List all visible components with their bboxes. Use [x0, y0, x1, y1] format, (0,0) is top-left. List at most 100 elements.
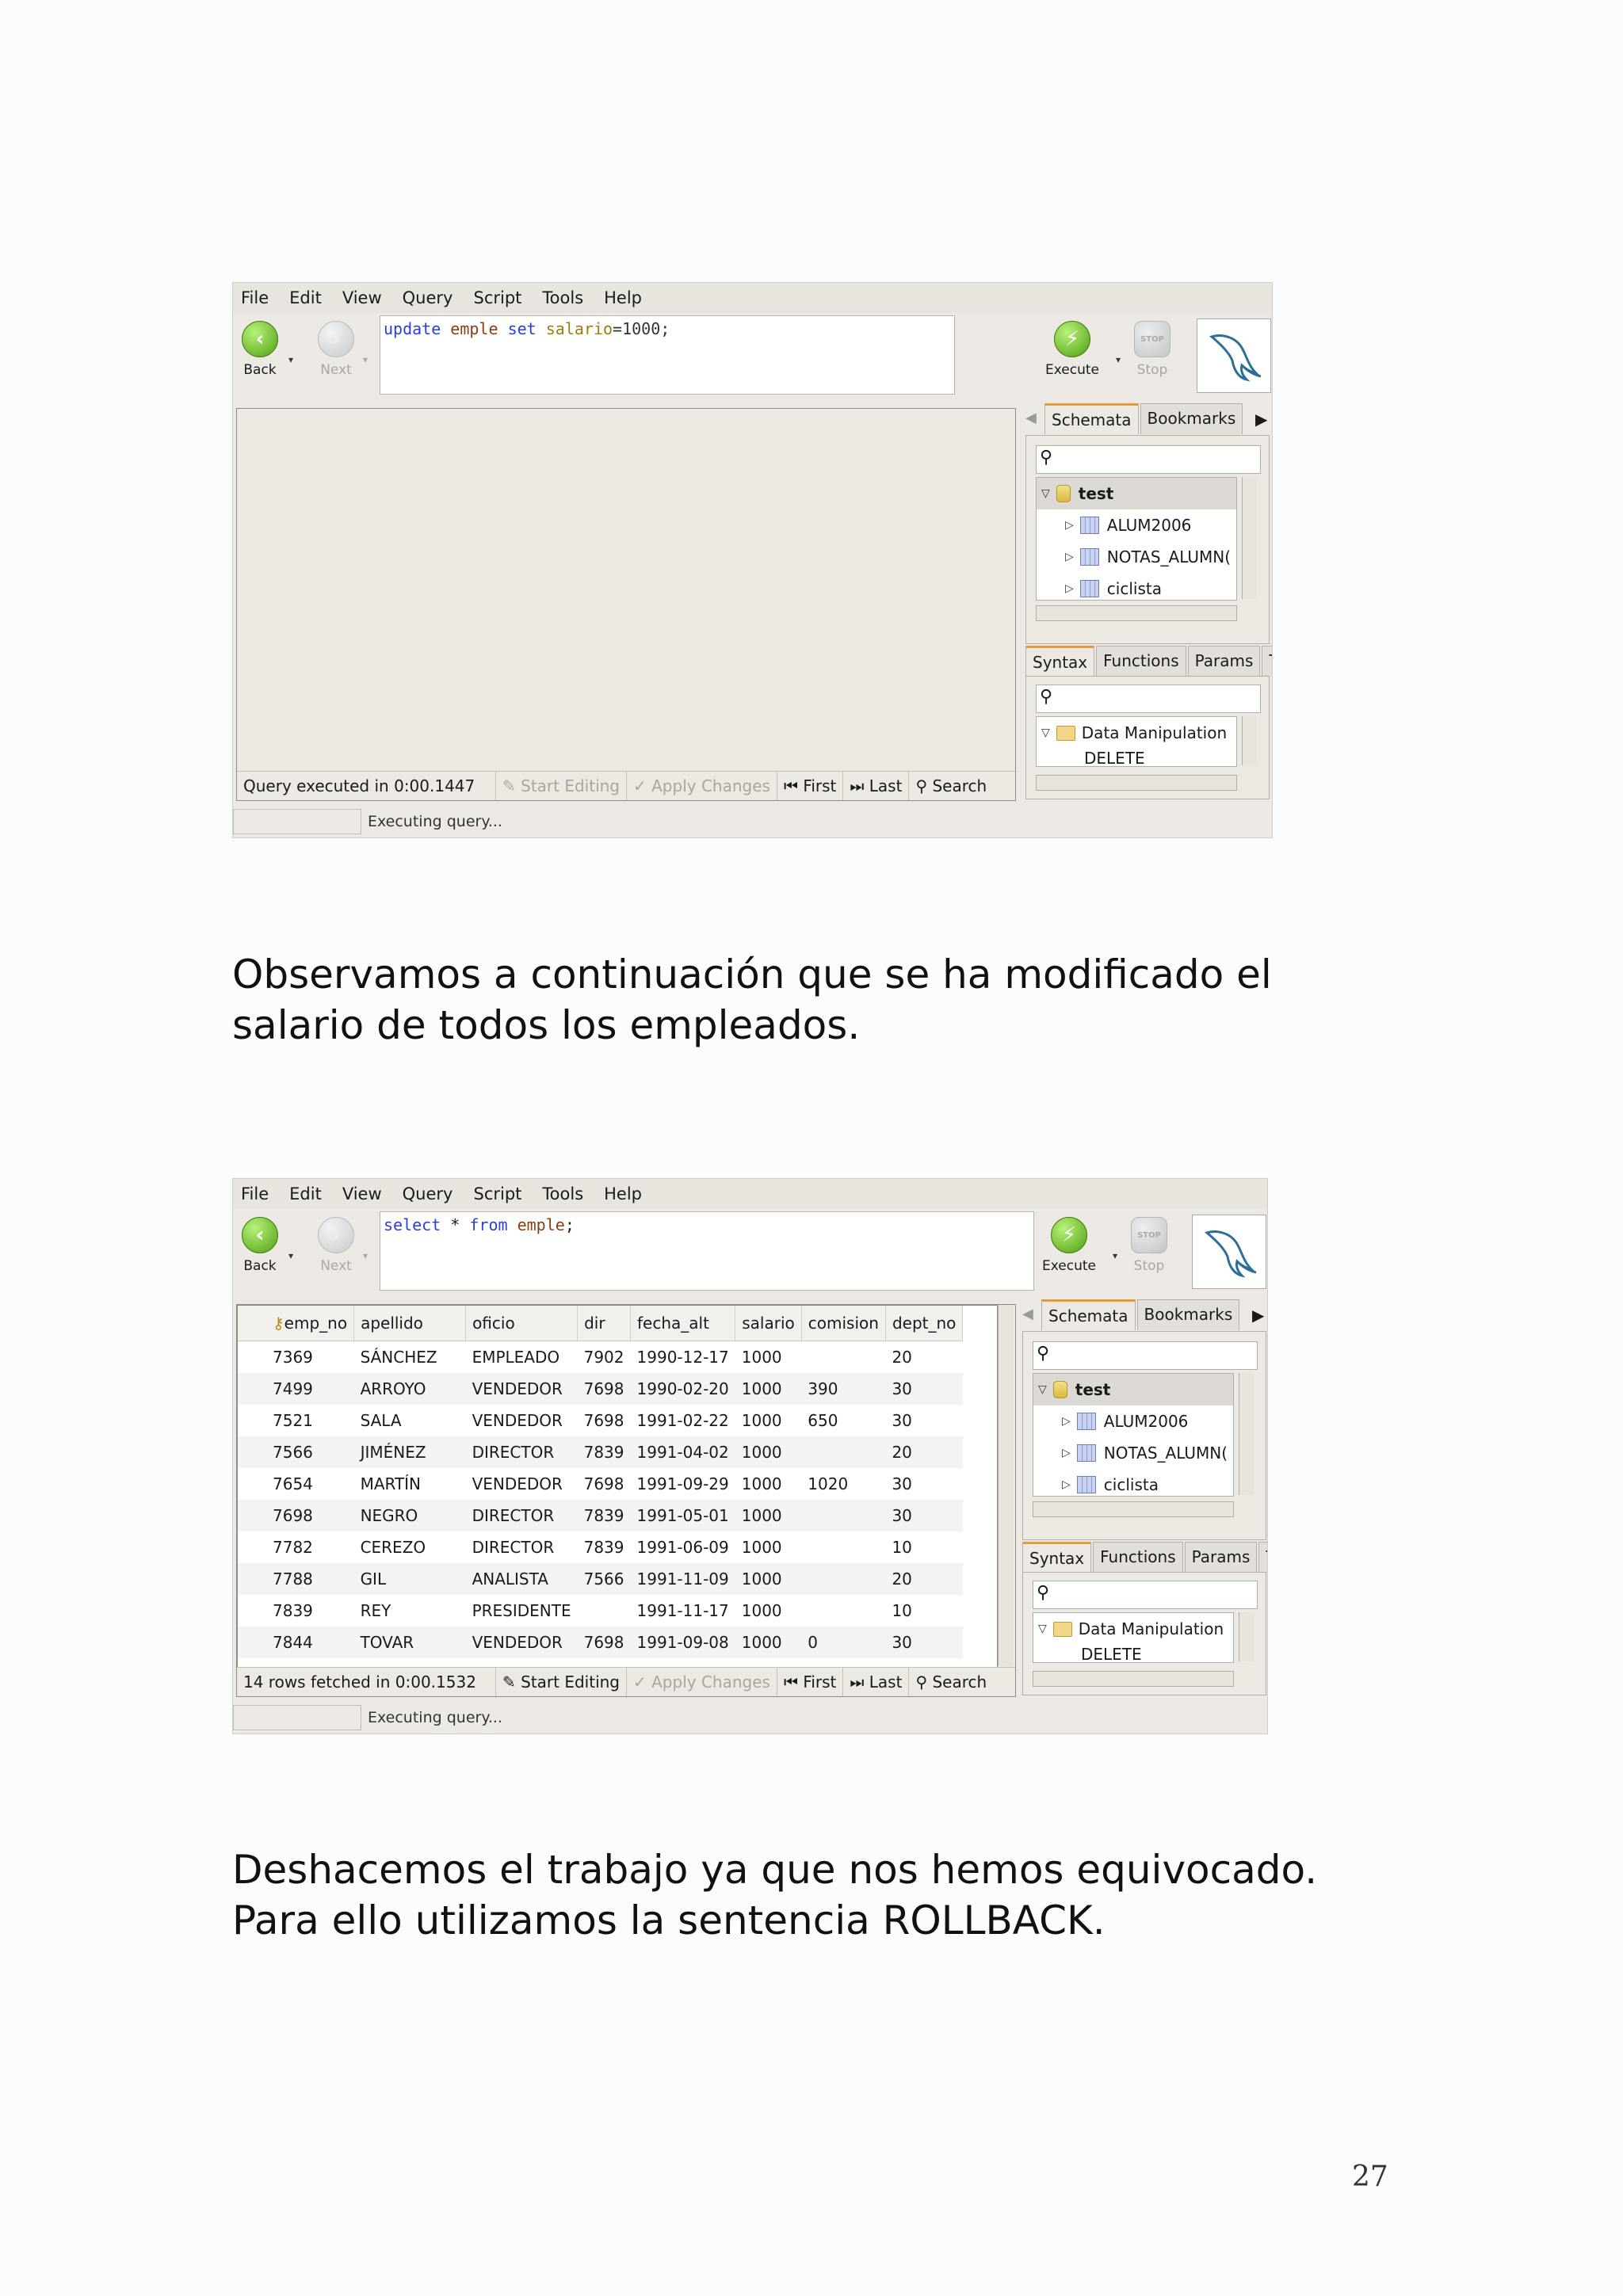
sidebar-right-arrow-icon[interactable]: ▶: [1252, 1306, 1264, 1325]
cell-apellido[interactable]: CEREZO: [354, 1531, 466, 1563]
cell-dir[interactable]: [578, 1595, 631, 1627]
cell-salario[interactable]: 1000: [735, 1500, 802, 1531]
table-row[interactable]: 7369 SÁNCHEZ EMPLEADO 7902 1990-12-17 1000 20: [238, 1341, 963, 1374]
cell-fecha-alt[interactable]: 1990-02-20: [630, 1373, 735, 1405]
table-row[interactable]: 7844 TOVAR VENDEDOR 7698 1991-09-08 1000 0 30: [238, 1627, 963, 1658]
column-header-fecha-alt[interactable]: fecha_alt: [630, 1306, 736, 1341]
next-dropdown-icon[interactable]: ▾: [363, 1250, 368, 1261]
next-button[interactable]: › Next: [312, 1217, 360, 1274]
syntax-hscroll[interactable]: [1033, 1671, 1234, 1687]
cell-oficio[interactable]: ANALISTA: [465, 1563, 578, 1595]
back-button[interactable]: ‹ Back: [236, 1217, 284, 1274]
cell-apellido[interactable]: SALA: [354, 1405, 466, 1436]
cell-apellido[interactable]: MARTÍN: [354, 1468, 466, 1500]
cell-fecha-alt[interactable]: 1991-05-01: [630, 1500, 735, 1531]
stop-button[interactable]: STOP Stop: [1128, 321, 1176, 378]
menu-script[interactable]: Script: [473, 288, 521, 307]
column-header-dept-no[interactable]: dept_no: [885, 1306, 964, 1341]
cell-oficio[interactable]: DIRECTOR: [465, 1500, 578, 1531]
cell-dept-no[interactable]: 10: [885, 1595, 962, 1627]
column-header-emp-no[interactable]: ⚷emp_no: [238, 1306, 355, 1341]
syntax-vscroll[interactable]: [1239, 1612, 1254, 1661]
column-header-apellido[interactable]: apellido: [353, 1306, 467, 1341]
menu-view[interactable]: View: [342, 288, 382, 307]
cell-emp-no[interactable]: 7369: [238, 1341, 354, 1374]
syntax-tree[interactable]: ▽ Data Manipulation DELETE: [1036, 716, 1237, 767]
tree-table-notas[interactable]: ▷ NOTAS_ALUMN(: [1037, 541, 1236, 573]
sql-editor[interactable]: select * from emple;: [380, 1211, 1034, 1291]
cell-dir[interactable]: 7698: [578, 1468, 631, 1500]
tree-delete[interactable]: DELETE: [1033, 1645, 1233, 1662]
cell-dept-no[interactable]: 30: [885, 1373, 963, 1405]
cell-emp-no[interactable]: 7566: [238, 1436, 354, 1468]
cell-emp-no[interactable]: 7782: [238, 1531, 354, 1563]
tree-table-alum2006[interactable]: ▷ ALUM2006: [1037, 509, 1236, 541]
menu-tools[interactable]: Tools: [542, 1184, 583, 1203]
cell-comision[interactable]: [801, 1531, 885, 1563]
syntax-tree[interactable]: ▽ Data Manipulation DELETE: [1033, 1612, 1234, 1663]
cell-salario[interactable]: 1000: [735, 1595, 802, 1627]
tab-bookmarks[interactable]: Bookmarks: [1136, 1299, 1240, 1330]
cell-oficio[interactable]: VENDEDOR: [466, 1405, 578, 1436]
table-row[interactable]: 7499 ARROYO VENDEDOR 7698 1990-02-20 1000 390 3…: [238, 1373, 963, 1405]
cell-emp-no[interactable]: 7499: [238, 1373, 354, 1405]
cell-fecha-alt[interactable]: 1991-09-08: [630, 1627, 735, 1658]
tree-db-test[interactable]: ▽ test: [1033, 1374, 1233, 1405]
execute-button[interactable]: ⚡ Execute: [1041, 1217, 1098, 1274]
tree-table-ciclista[interactable]: ▷ ciclista: [1033, 1469, 1233, 1496]
cell-apellido[interactable]: JIMÉNEZ: [353, 1436, 466, 1468]
last-button[interactable]: ⏭ Last: [843, 1668, 910, 1696]
cell-emp-no[interactable]: 7839: [238, 1595, 354, 1627]
schemata-search-input[interactable]: ⚲: [1036, 445, 1261, 474]
tree-table-ciclista[interactable]: ▷ ciclista: [1037, 573, 1236, 600]
cell-salario[interactable]: 1000: [735, 1531, 802, 1563]
menu-query[interactable]: Query: [403, 288, 453, 307]
tree-delete[interactable]: DELETE: [1037, 749, 1236, 766]
schemata-search-input[interactable]: ⚲: [1033, 1341, 1258, 1370]
next-button[interactable]: › Next: [312, 321, 360, 378]
search-button[interactable]: ⚲ Search: [909, 1668, 993, 1696]
cell-oficio[interactable]: EMPLEADO: [466, 1341, 578, 1374]
cell-dept-no[interactable]: 20: [885, 1341, 962, 1374]
sidebar-left-arrow-icon[interactable]: ◀: [1025, 410, 1037, 426]
first-button[interactable]: ⏮ First: [777, 772, 844, 800]
cell-fecha-alt[interactable]: 1991-04-02: [630, 1436, 735, 1468]
column-header-dir[interactable]: dir: [577, 1306, 632, 1341]
column-header-oficio[interactable]: oficio: [465, 1306, 579, 1341]
cell-emp-no[interactable]: 7788: [238, 1563, 354, 1595]
stop-button[interactable]: STOP Stop: [1125, 1217, 1173, 1274]
column-header-comision[interactable]: comision: [801, 1306, 886, 1341]
cell-comision[interactable]: [801, 1595, 885, 1627]
back-dropdown-icon[interactable]: ▾: [288, 354, 293, 365]
schema-vscroll[interactable]: [1239, 1373, 1254, 1495]
tab-params[interactable]: Params: [1187, 646, 1261, 677]
cell-emp-no[interactable]: 7654: [238, 1468, 354, 1500]
cell-comision[interactable]: [801, 1500, 886, 1531]
first-button[interactable]: ⏮ First: [777, 1668, 844, 1696]
tab-syntax[interactable]: Syntax: [1025, 646, 1095, 677]
table-row[interactable]: 7782 CEREZO DIRECTOR 7839 1991-06-09 1000 10: [238, 1531, 963, 1563]
search-button[interactable]: ⚲ Search: [909, 772, 993, 800]
schema-hscroll[interactable]: [1036, 605, 1237, 621]
cell-oficio[interactable]: VENDEDOR: [465, 1373, 578, 1405]
syntax-vscroll[interactable]: [1242, 716, 1257, 765]
cell-dept-no[interactable]: 30: [885, 1405, 962, 1436]
cell-dir[interactable]: 7698: [578, 1405, 631, 1436]
cell-apellido[interactable]: NEGRO: [353, 1500, 466, 1531]
cell-apellido[interactable]: REY: [354, 1595, 466, 1627]
table-row[interactable]: 7698 NEGRO DIRECTOR 7839 1991-05-01 1000 30: [238, 1500, 963, 1531]
cell-fecha-alt[interactable]: 1991-02-22: [631, 1405, 735, 1436]
schema-vscroll[interactable]: [1242, 477, 1257, 599]
apply-changes-button[interactable]: ✓ Apply Changes: [627, 772, 777, 800]
cell-dept-no[interactable]: 20: [885, 1563, 963, 1595]
cell-dir[interactable]: 7698: [577, 1627, 631, 1658]
tab-syntax[interactable]: Syntax: [1022, 1542, 1092, 1573]
back-dropdown-icon[interactable]: ▾: [288, 1250, 293, 1261]
execute-dropdown-icon[interactable]: ▾: [1116, 354, 1121, 365]
cell-comision[interactable]: [801, 1563, 886, 1595]
back-button[interactable]: ‹ Back: [236, 321, 284, 378]
tab-functions[interactable]: Functions: [1096, 646, 1186, 677]
schema-tree[interactable]: ▽ test ▷ ALUM2006 ▷ NOTAS_ALUMN( ▷ ciclista: [1033, 1373, 1234, 1497]
cell-salario[interactable]: 1000: [735, 1627, 802, 1658]
table-row[interactable]: 7654 MARTÍN VENDEDOR 7698 1991-09-29 1000 1020…: [238, 1468, 963, 1500]
